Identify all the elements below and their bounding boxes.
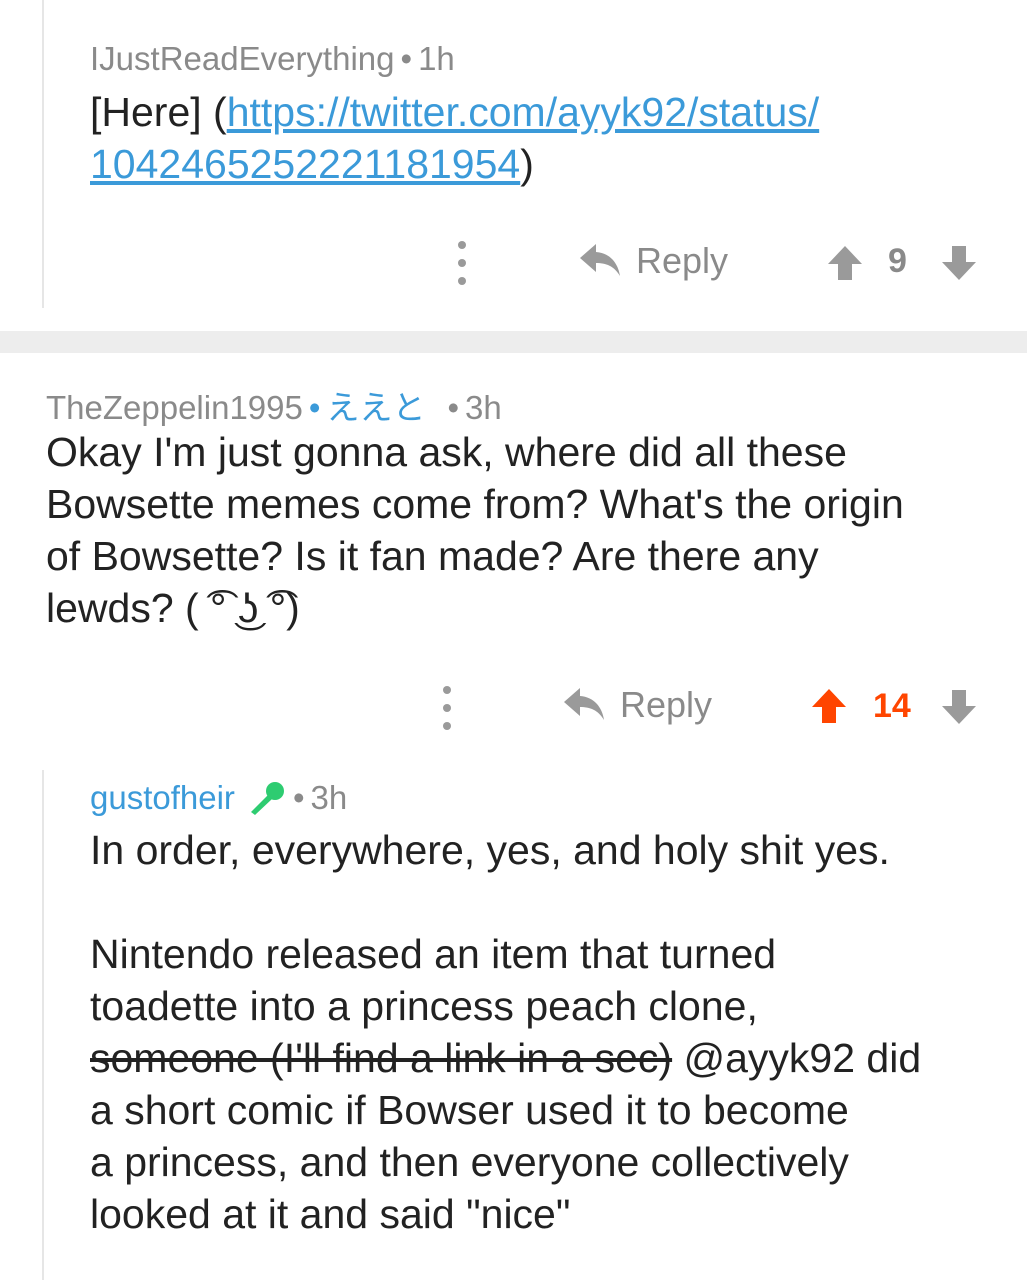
downvote-button[interactable] xyxy=(940,688,978,726)
comment-body: Okay I'm just gonna ask, where did all t… xyxy=(46,426,1006,634)
comment-author[interactable]: IJustReadEverything xyxy=(90,40,395,77)
score-value: 9 xyxy=(888,242,907,280)
struck-text: someone (I'll find a link in a sec) xyxy=(90,1035,673,1081)
separator-dot: • xyxy=(447,389,459,426)
comment-age: 3h xyxy=(465,389,502,426)
comment-meta: gustofheir • 3h xyxy=(90,779,347,817)
reply-arrow-icon xyxy=(580,244,620,276)
downvote-arrow-icon xyxy=(942,246,976,280)
comment-author[interactable]: gustofheir xyxy=(90,779,235,817)
upvote-arrow-icon xyxy=(812,689,846,723)
body-line: lewds? ( ͡° ͜ʖ ͡°) xyxy=(46,585,300,631)
body-paragraph: In order, everywhere, yes, and holy shit… xyxy=(90,827,890,873)
body-line: of Bowsette? Is it fan made? Are there a… xyxy=(46,533,819,579)
body-line: toadette into a princess peach clone, xyxy=(90,983,758,1029)
separator-dot: • xyxy=(292,779,305,816)
downvote-button[interactable] xyxy=(940,244,978,282)
reply-button[interactable]: Reply xyxy=(562,684,712,726)
comment-author[interactable]: TheZeppelin1995 xyxy=(46,389,303,426)
comment-age: 3h xyxy=(310,779,348,816)
body-prefix: [Here] ( xyxy=(90,89,227,135)
body-line: Nintendo released an item that turned xyxy=(90,931,777,977)
more-options-button[interactable] xyxy=(437,686,457,730)
reply-label: Reply xyxy=(620,684,713,725)
reply-button[interactable]: Reply xyxy=(578,240,728,282)
downvote-arrow-icon xyxy=(942,690,976,724)
reply-label: Reply xyxy=(636,240,729,281)
body-line: Bowsette memes come from? What's the ori… xyxy=(46,481,904,527)
comment-body: In order, everywhere, yes, and holy shit… xyxy=(90,824,1010,1240)
upvote-button[interactable] xyxy=(826,244,864,282)
comment-meta: TheZeppelin1995 • ええと • 3h xyxy=(46,381,502,429)
comment-meta: IJustReadEverything • 1h xyxy=(90,40,455,78)
body-line: someone (I'll find a link in a sec) @ayy… xyxy=(90,1032,1010,1084)
score-value: 14 xyxy=(873,687,911,725)
more-vertical-icon xyxy=(437,686,457,730)
user-flair: ええと xyxy=(326,389,426,426)
separator-dot: • xyxy=(400,40,413,77)
body-line: a princess, and then everyone collective… xyxy=(90,1139,849,1185)
score: 9 xyxy=(888,242,907,281)
comment-divider xyxy=(0,331,1027,353)
more-options-button[interactable] xyxy=(452,241,472,285)
comment-age: 1h xyxy=(418,40,455,77)
thread-indent-line xyxy=(42,770,44,1280)
thread-indent-line xyxy=(42,0,44,308)
score: 14 xyxy=(873,687,911,726)
body-suffix: ) xyxy=(520,141,534,187)
comment-body: [Here] (https://twitter.com/ayyk92/statu… xyxy=(90,86,990,190)
body-line: Okay I'm just gonna ask, where did all t… xyxy=(46,429,847,475)
upvote-arrow-icon xyxy=(828,246,862,280)
body-line: a short comic if Bowser used it to becom… xyxy=(90,1087,849,1133)
reply-arrow-icon xyxy=(564,688,604,720)
body-text-span: @ayyk92 did xyxy=(672,1035,922,1081)
microphone-flair-icon xyxy=(250,782,284,815)
more-vertical-icon xyxy=(452,241,472,285)
body-line: looked at it and said "nice" xyxy=(90,1191,571,1237)
separator-dot: • xyxy=(308,389,321,426)
upvote-button[interactable] xyxy=(810,687,848,725)
